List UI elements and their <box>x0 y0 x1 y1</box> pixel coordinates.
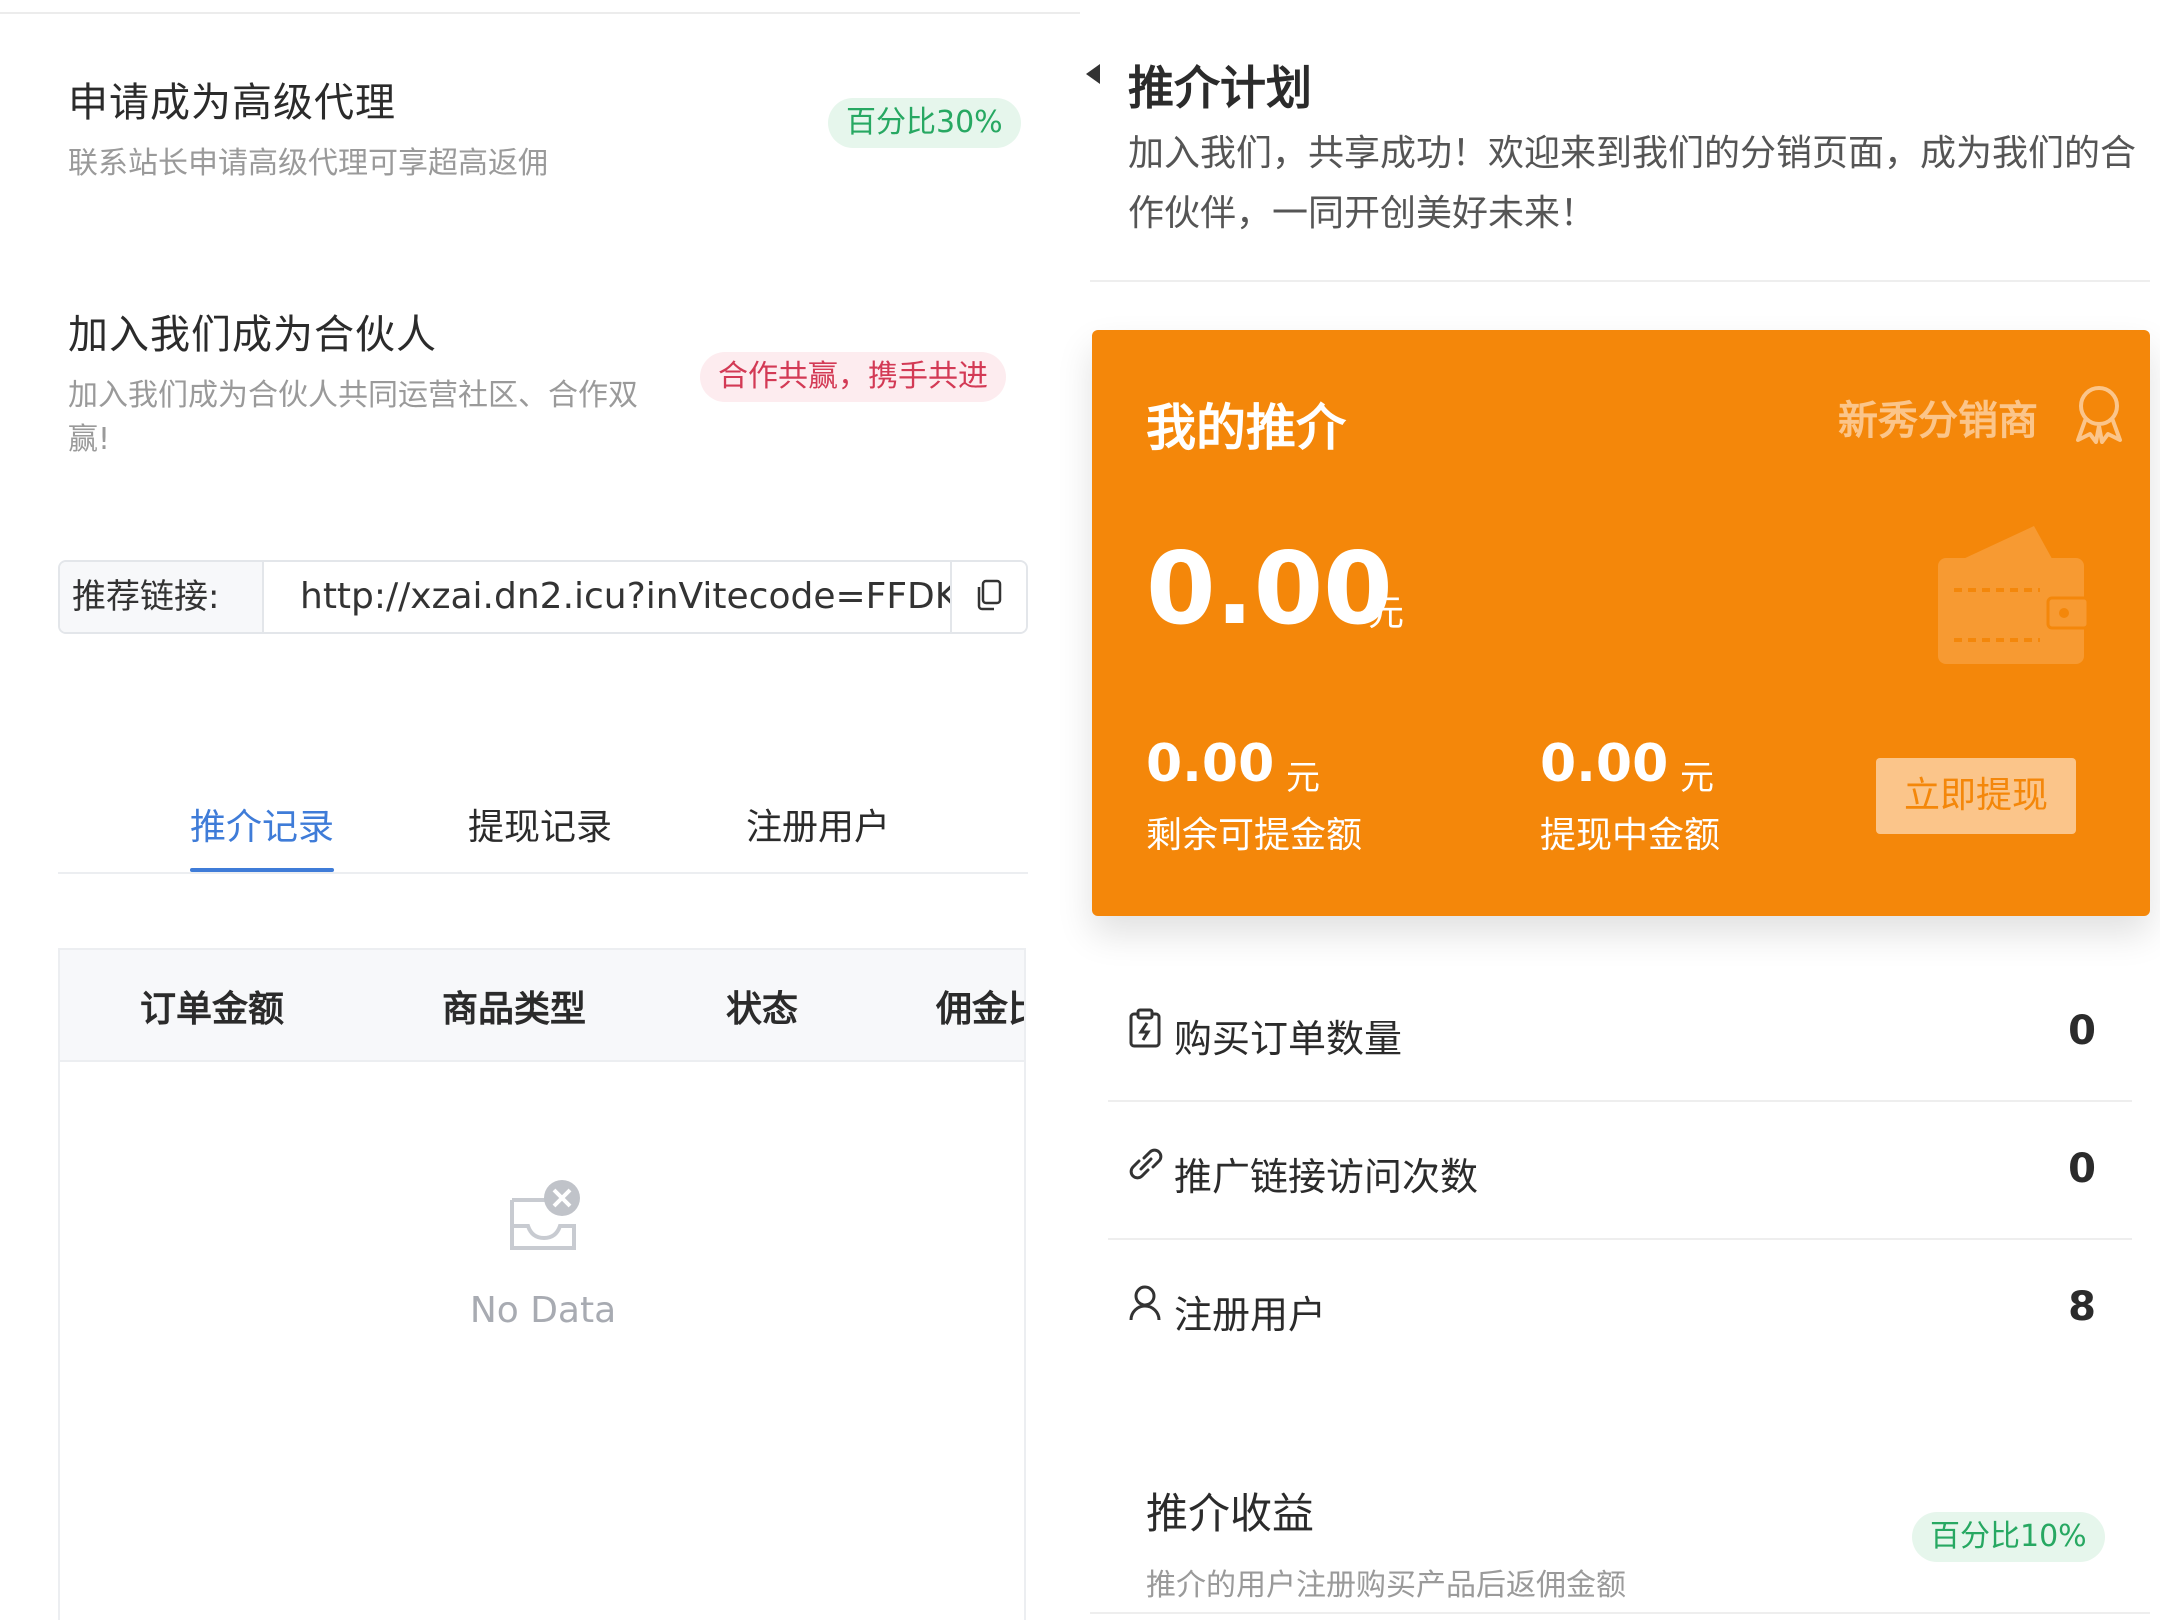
no-data-icon <box>504 1178 584 1258</box>
total-commission-unit: 元 <box>1368 593 1405 634</box>
no-data-text: No Data <box>469 1290 617 1331</box>
left-panel: 申请成为高级代理 联系站长申请高级代理可享超高返佣 百分比30% 加入我们成为合… <box>0 0 1080 1620</box>
referral-link-input[interactable]: http://xzai.dn2.icu?inVitecode=FFDKVS <box>300 562 1000 632</box>
card-title: 我的推介 <box>1146 399 1346 457</box>
senior-agent-desc: 联系站长申请高级代理可享超高返佣 <box>68 146 548 181</box>
available-amount: 0.00 <box>1146 734 1275 794</box>
stat-label-registered-users: 注册用户 <box>1174 1293 1327 1337</box>
stat-row-link-visits: 推广链接访问次数 0 <box>1108 1102 2132 1238</box>
col-status[interactable]: 状态 <box>726 980 798 1032</box>
table-header: 订单金额 商品类型 状态 佣金比 <box>60 950 1024 1062</box>
right-panel: 推介计划 加入我们，共享成功！欢迎来到我们的分销页面，成为我们的合作伙伴，一同开… <box>1080 0 2160 1620</box>
stat-row-registered-users: 注册用户 8 <box>1108 1240 2132 1376</box>
senior-agent-title: 申请成为高级代理 <box>68 80 396 126</box>
award-icon <box>2070 382 2128 444</box>
total-commission-amount: 0.00 <box>1146 530 1393 647</box>
commission-10-badge: 百分比10% <box>1912 1512 2105 1562</box>
page-title: 推介计划 <box>1128 61 1312 115</box>
referral-revenue-desc: 推介的用户注册购买产品后返佣金额 <box>1146 1568 1626 1603</box>
stat-label-orders: 购买订单数量 <box>1174 1017 1403 1061</box>
col-commission-rate[interactable]: 佣金比 <box>936 980 1024 1032</box>
available-label: 剩余可提金额 <box>1146 815 1363 856</box>
pending-unit: 元 <box>1680 758 1714 798</box>
records-table: 订单金额 商品类型 状态 佣金比 No Data <box>58 948 1026 1620</box>
stat-value-registered-users: 8 <box>2068 1284 2096 1330</box>
back-arrow-icon[interactable] <box>1086 64 1100 84</box>
wallet-icon <box>1930 514 2094 670</box>
stat-row-orders: 购买订单数量 0 <box>1108 964 2132 1100</box>
my-referral-card: 我的推介 新秀分销商 0.00 元 0.00 元 剩余可提金额 0.00 元 提… <box>1092 330 2150 916</box>
stat-value-link-visits: 0 <box>2068 1146 2096 1192</box>
tabs-divider <box>58 872 1028 874</box>
pending-label: 提现中金额 <box>1540 815 1721 856</box>
distributor-level: 新秀分销商 <box>1838 398 2038 444</box>
referral-link-box: 推荐链接: http://xzai.dn2.icu?inVitecode=FFD… <box>58 560 1028 634</box>
tab-withdraw-records[interactable]: 提现记录 <box>468 798 612 850</box>
tab-referral-records[interactable]: 推介记录 <box>190 798 334 850</box>
copy-button[interactable] <box>950 562 1026 632</box>
stat-label-link-visits: 推广链接访问次数 <box>1174 1155 1479 1199</box>
referral-revenue-title: 推介收益 <box>1146 1489 1315 1538</box>
page-desc: 加入我们，共享成功！欢迎来到我们的分销页面，成为我们的合作伙伴，一同开创美好未来… <box>1128 133 2137 234</box>
tab-registered-users[interactable]: 注册用户 <box>746 798 890 850</box>
col-order-amount[interactable]: 订单金额 <box>140 980 284 1032</box>
top-divider <box>0 12 1080 14</box>
pending-amount: 0.00 <box>1540 734 1669 794</box>
referral-link-label: 推荐链接: <box>60 562 264 632</box>
title-divider <box>1090 280 2150 282</box>
clipboard-icon <box>1128 1008 1168 1052</box>
stat-value-orders: 0 <box>2068 1008 2096 1054</box>
commission-30-badge: 百分比30% <box>828 98 1021 148</box>
link-icon <box>1128 1146 1168 1190</box>
user-icon <box>1128 1284 1168 1328</box>
bottom-divider <box>1090 1612 2150 1614</box>
available-unit: 元 <box>1286 758 1320 798</box>
partner-badge: 合作共赢，携手共进 <box>700 352 1006 402</box>
partner-title: 加入我们成为合伙人 <box>68 312 437 358</box>
partner-desc: 加入我们成为合伙人共同运营社区、合作双赢! <box>68 378 638 457</box>
copy-icon <box>974 578 1004 616</box>
withdraw-button[interactable]: 立即提现 <box>1876 758 2076 834</box>
col-product-type[interactable]: 商品类型 <box>442 980 586 1032</box>
active-tab-indicator <box>190 868 334 872</box>
